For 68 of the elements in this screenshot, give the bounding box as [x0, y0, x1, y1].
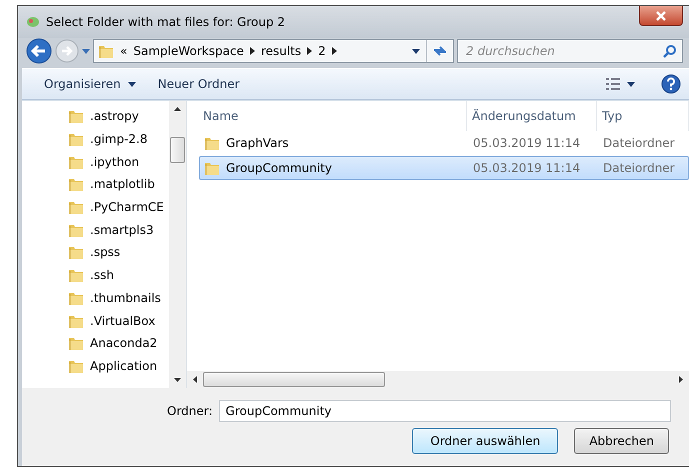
vertical-scrollbar[interactable] [169, 101, 186, 388]
folder-icon [98, 43, 114, 59]
folder-tree-item[interactable]: .smartpls3 [68, 218, 169, 242]
folder-icon [68, 199, 84, 216]
scroll-down-arrow-icon[interactable] [174, 378, 181, 382]
breadcrumb[interactable]: results [260, 44, 302, 58]
chevron-icon[interactable] [307, 47, 312, 55]
scroll-left-arrow-icon[interactable] [193, 376, 197, 383]
file-row[interactable]: GraphVars 05.03.2019 11:14 Dateiordner [199, 131, 689, 155]
date-cell-text: 05.03.2019 11:14 [472, 161, 582, 175]
folder-tree-item[interactable]: Application [68, 354, 169, 378]
folder-icon [68, 131, 84, 148]
folder-tree-item[interactable]: Anaconda2 [68, 332, 169, 355]
breadcrumb[interactable]: 2 [318, 44, 326, 58]
help-icon[interactable] [661, 74, 681, 94]
horizontal-scrollbar[interactable] [187, 371, 689, 388]
dropdown-arrow-icon[interactable] [412, 48, 420, 54]
column-header[interactable]: Name [187, 101, 467, 131]
close-icon[interactable] [654, 10, 668, 22]
scroll-up-arrow-icon[interactable] [174, 107, 181, 111]
folder-tree-item[interactable]: .ipython [68, 150, 169, 174]
dialog-button[interactable]: Ordner auswählen [412, 428, 558, 454]
folder-tree-item[interactable]: .spss [68, 241, 169, 264]
folder-tree-item[interactable]: .thumbnails [68, 286, 169, 310]
folder-tree-item[interactable]: .gimp-2.8 [68, 128, 169, 150]
type-cell-text: Dateiordner [602, 136, 676, 150]
scroll-right-arrow-icon[interactable] [679, 376, 683, 383]
folder-icon [204, 135, 220, 151]
chevron-icon[interactable] [332, 47, 337, 55]
folder-icon [68, 335, 84, 352]
folder-tree-item[interactable]: .matplotlib [68, 173, 169, 196]
folder-tree-item[interactable]: .astropy [68, 105, 169, 128]
folder-icon [204, 160, 220, 176]
dialog-button[interactable]: Abbrechen [574, 428, 669, 454]
folder-tree-item[interactable]: .VirtualBox [68, 309, 169, 332]
back-button[interactable] [26, 38, 52, 64]
folder-name-field[interactable]: GroupCommunity [218, 400, 671, 422]
file-name: GraphVars [226, 136, 289, 150]
file-row[interactable]: GroupCommunity 05.03.2019 11:14 Dateiordner [199, 156, 689, 180]
window-title: Select Folder with mat files for: Group 2 [46, 15, 286, 29]
dropdown-arrow-icon[interactable] [128, 82, 136, 86]
dropdown-arrow-icon[interactable] [627, 82, 635, 86]
app-icon [26, 16, 40, 28]
breadcrumb[interactable]: SampleWorkspace [133, 44, 244, 58]
scroll-thumb[interactable] [170, 137, 185, 163]
list-view-icon[interactable] [606, 78, 620, 90]
date-cell-text: 05.03.2019 11:14 [472, 136, 582, 150]
close-button[interactable] [639, 6, 683, 26]
search-icon[interactable] [663, 44, 676, 58]
folder-tree-item[interactable]: .PyCharmCE [68, 196, 169, 218]
folder-icon [68, 108, 84, 124]
toolbar-button[interactable]: Neuer Ordner [154, 75, 244, 93]
toolbar-button[interactable]: Organisieren [40, 75, 140, 93]
column-header[interactable]: Typ [597, 101, 689, 131]
search-input[interactable]: 2 durchsuchen [464, 43, 659, 59]
folder-label: Ordner: [167, 404, 213, 418]
folder-icon [68, 176, 84, 192]
folder-icon [68, 267, 84, 284]
folder-tree-item[interactable]: .ssh [68, 264, 169, 286]
type-cell-text: Dateiordner [602, 161, 676, 175]
folder-icon [68, 244, 84, 260]
file-name: GroupCommunity [226, 161, 332, 175]
chevron-icon[interactable] [250, 47, 255, 55]
search-field[interactable]: 2 durchsuchen [457, 39, 683, 63]
address-bar[interactable]: « SampleWorkspace results 2 [93, 39, 454, 63]
column-header[interactable]: Änderungsdatum [467, 101, 597, 131]
breadcrumb-overflow[interactable]: « [120, 44, 128, 58]
scroll-thumb[interactable] [203, 372, 385, 387]
